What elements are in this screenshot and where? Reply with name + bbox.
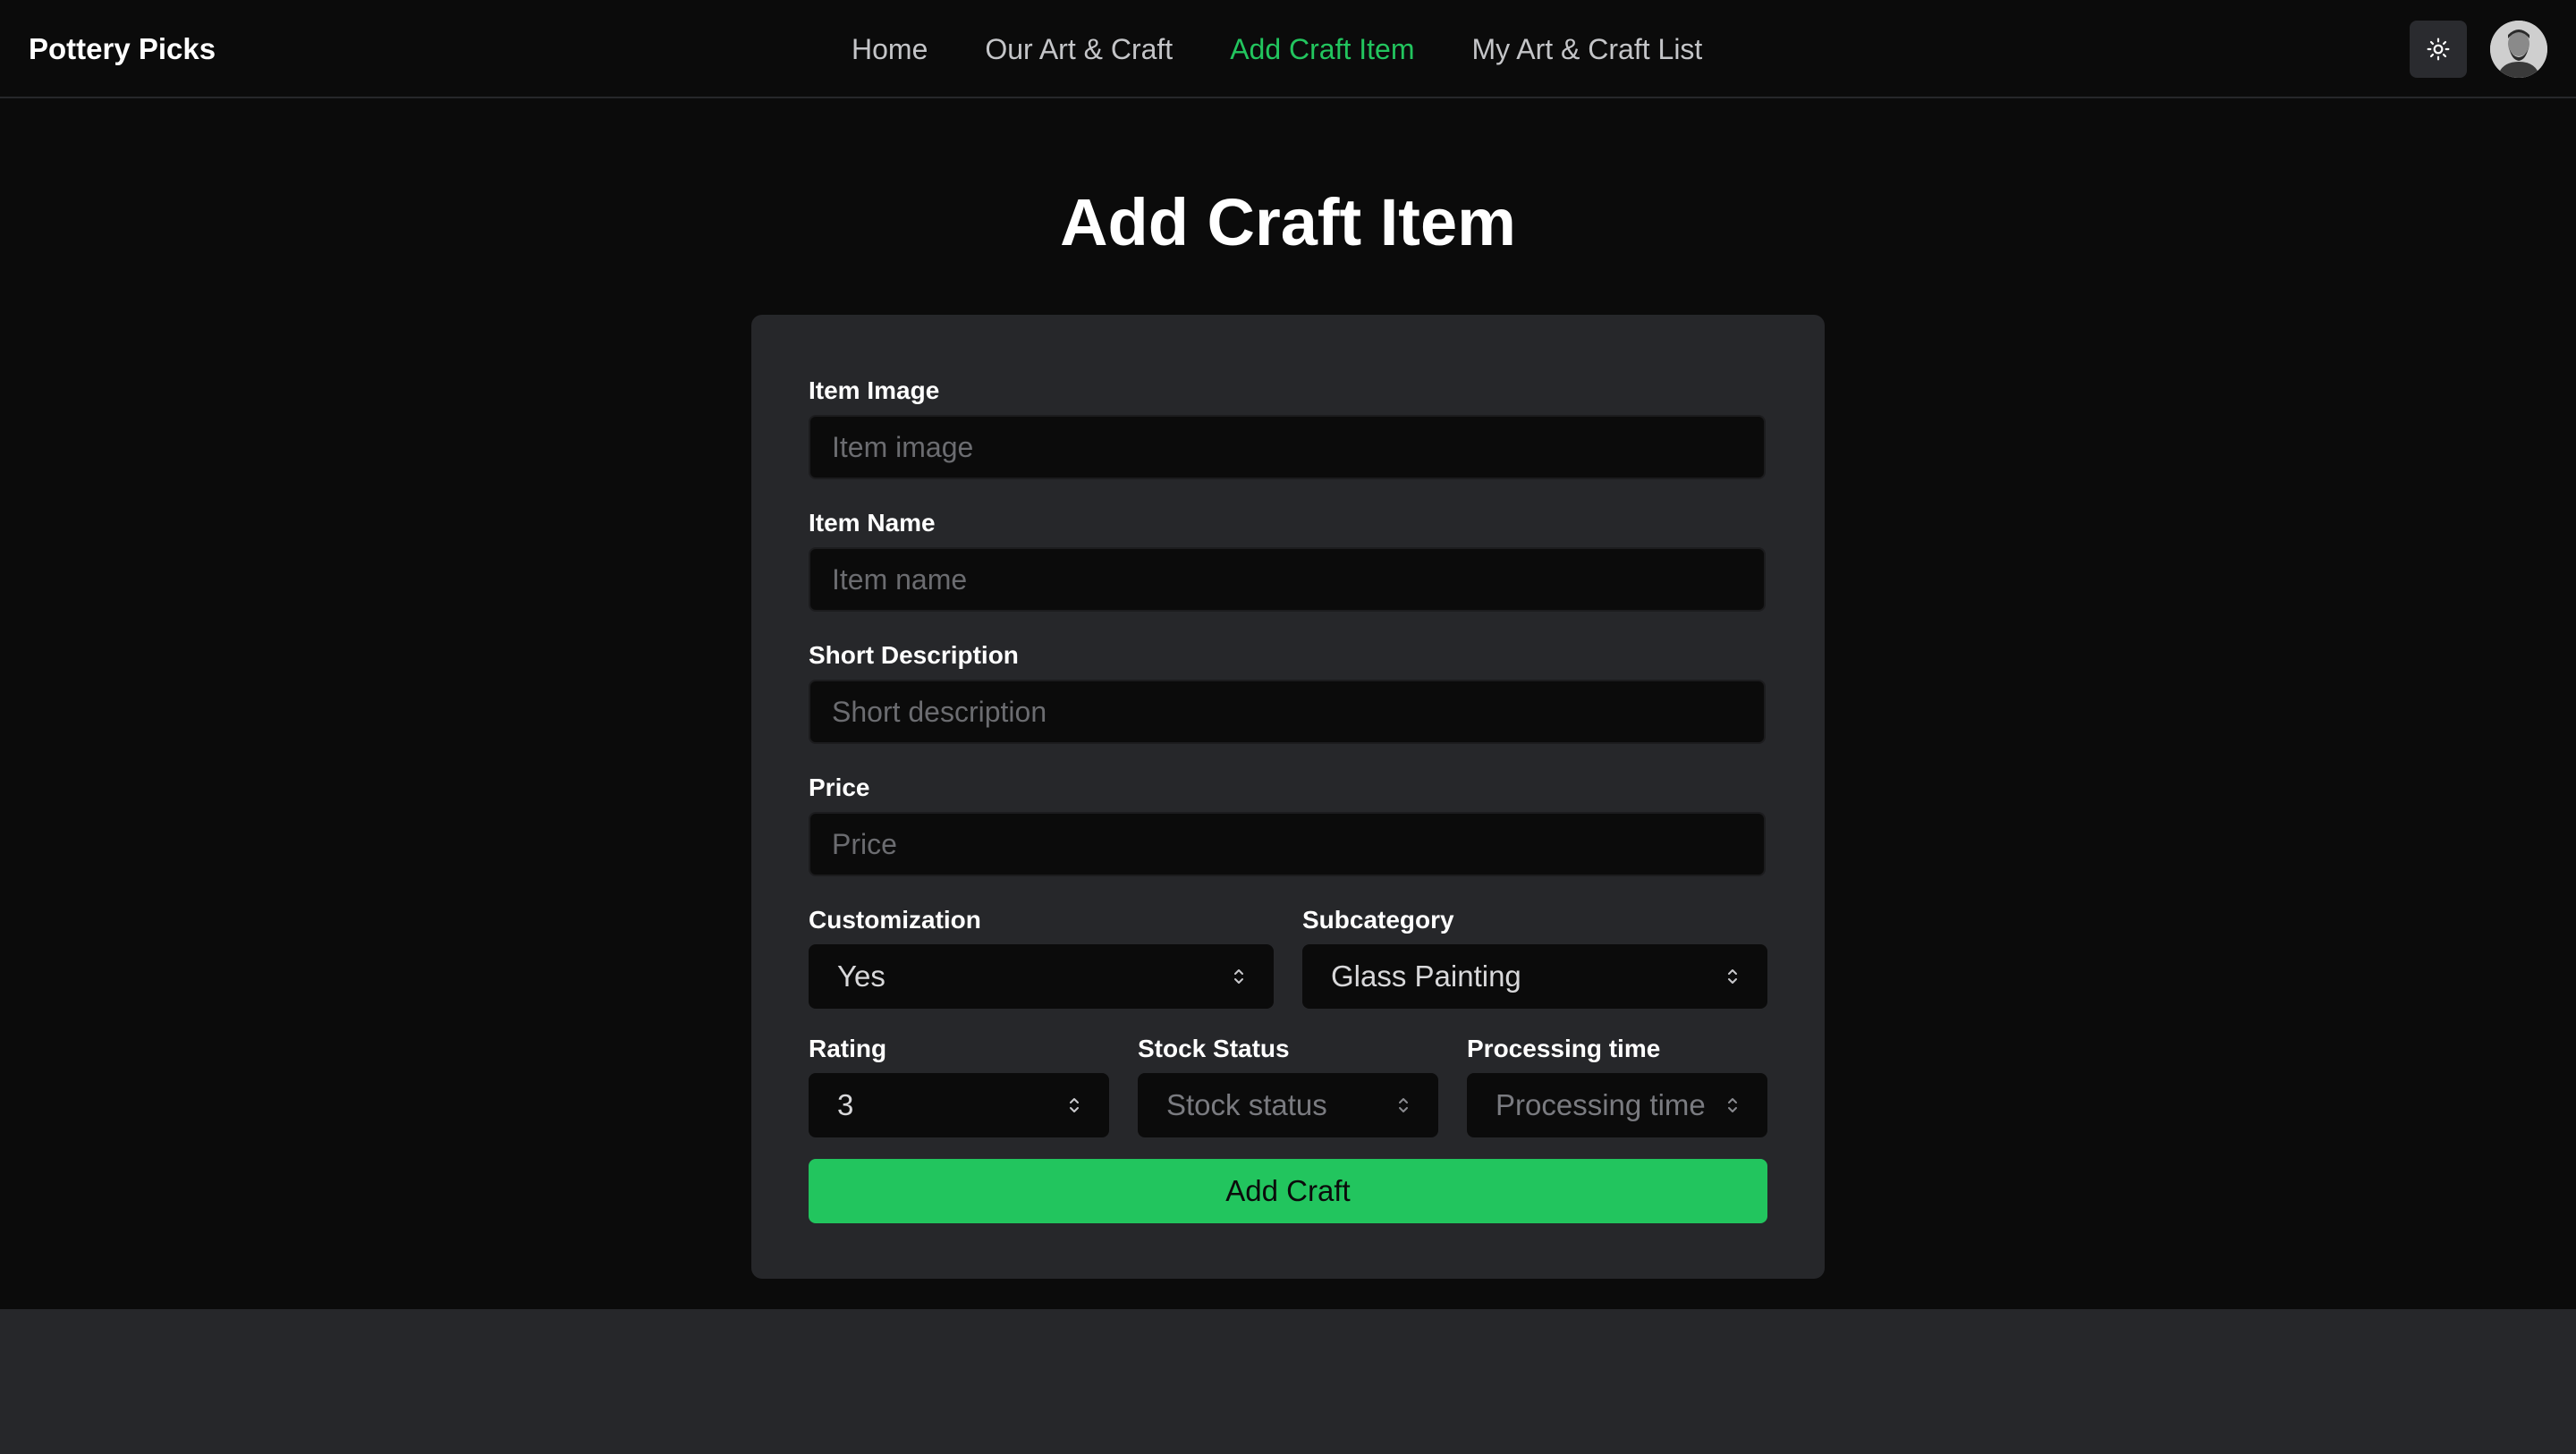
- processing-time-label: Processing time: [1467, 1035, 1661, 1062]
- add-craft-button[interactable]: Add Craft: [809, 1159, 1767, 1223]
- item-image-input[interactable]: [809, 415, 1766, 479]
- price-label: Price: [809, 773, 870, 801]
- customization-select[interactable]: Yes: [809, 944, 1274, 1009]
- processing-time-select[interactable]: Processing time: [1467, 1073, 1767, 1137]
- chevron-updown-icon: [1728, 1098, 1737, 1112]
- page-title: Add Craft Item: [1060, 185, 1516, 259]
- short-description-label: Short Description: [809, 641, 1019, 669]
- subcategory-select[interactable]: Glass Painting: [1302, 944, 1767, 1009]
- chevron-updown-icon: [1728, 969, 1737, 984]
- item-name-input[interactable]: [809, 547, 1766, 612]
- item-image-label: Item Image: [809, 376, 940, 404]
- nav-link-add-craft-item[interactable]: Add Craft Item: [1230, 29, 1414, 70]
- footer: [0, 1309, 2576, 1454]
- short-description-input[interactable]: [809, 680, 1766, 744]
- nav-link-my-art-craft-list[interactable]: My Art & Craft List: [1471, 29, 1702, 70]
- theme-toggle-button[interactable]: [2410, 21, 2467, 78]
- customization-value: Yes: [837, 959, 886, 993]
- add-craft-form: Item Image Item Name Short Description P…: [751, 315, 1825, 1279]
- navbar: Pottery Picks Home Our Art & Craft Add C…: [0, 0, 2576, 98]
- main-nav: Home Our Art & Craft Add Craft Item My A…: [852, 29, 1702, 70]
- subcategory-value: Glass Painting: [1331, 959, 1521, 993]
- nav-link-home[interactable]: Home: [852, 29, 928, 70]
- rating-value: 3: [837, 1088, 854, 1121]
- subcategory-label: Subcategory: [1302, 906, 1454, 934]
- customization-label: Customization: [809, 906, 981, 934]
- stock-status-select[interactable]: Stock status: [1138, 1073, 1438, 1137]
- stock-status-label: Stock Status: [1138, 1035, 1290, 1062]
- rating-select[interactable]: 3: [809, 1073, 1109, 1137]
- chevron-updown-icon: [1399, 1098, 1408, 1112]
- price-input[interactable]: [809, 812, 1766, 876]
- rating-label: Rating: [809, 1035, 887, 1062]
- user-avatar[interactable]: [2490, 21, 2547, 78]
- chevron-updown-icon: [1070, 1098, 1079, 1112]
- brand-logo-text[interactable]: Pottery Picks: [29, 29, 216, 70]
- stock-status-value: Stock status: [1166, 1088, 1327, 1121]
- sun-icon: [2427, 38, 2450, 61]
- nav-link-our-art-craft[interactable]: Our Art & Craft: [985, 29, 1173, 70]
- item-name-label: Item Name: [809, 509, 936, 537]
- processing-time-value: Processing time: [1496, 1088, 1706, 1121]
- chevron-updown-icon: [1234, 969, 1243, 984]
